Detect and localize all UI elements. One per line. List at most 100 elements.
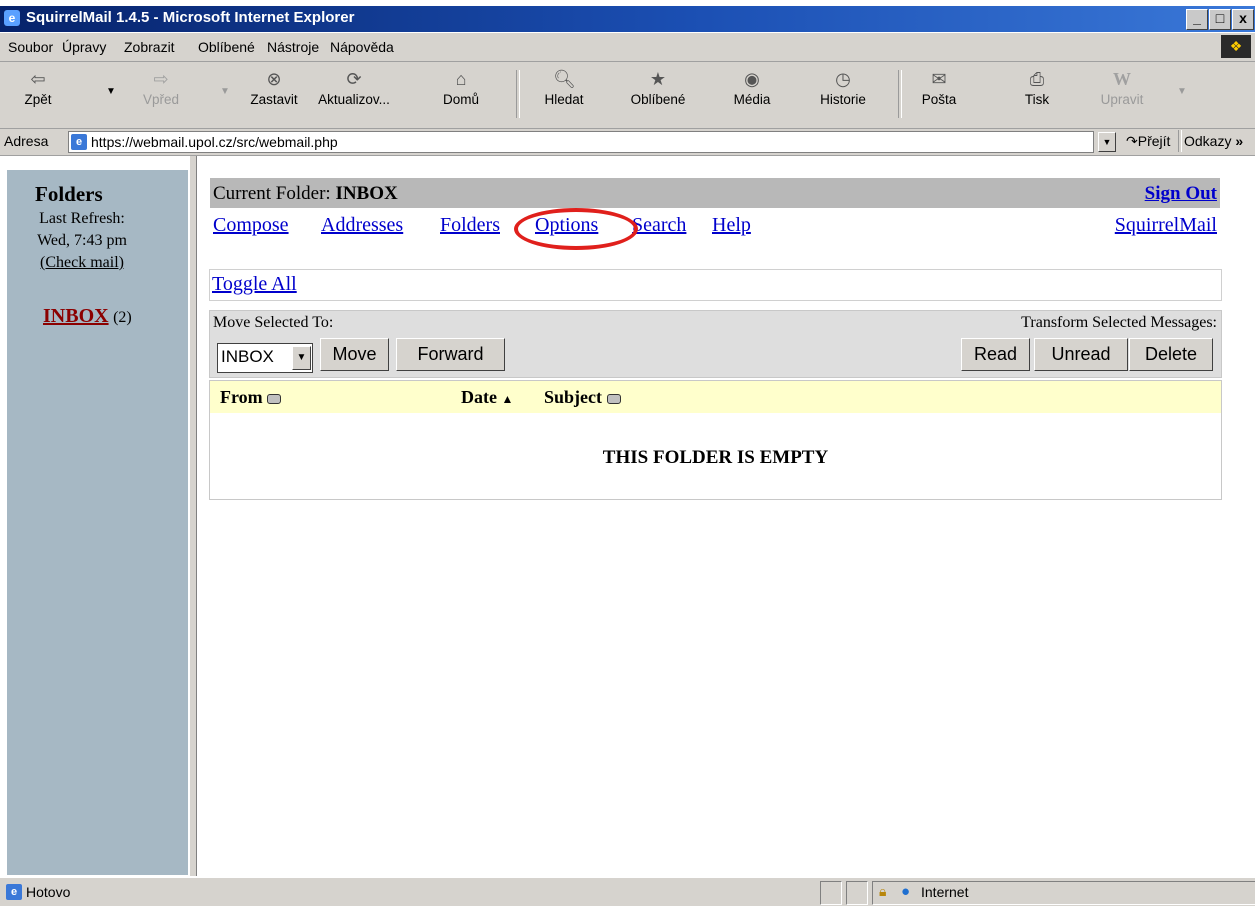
menu-bar: Soubor Úpravy Zobrazit Oblíbené Nástroje… bbox=[0, 33, 1255, 62]
favorites-icon: ★ bbox=[649, 69, 667, 89]
search-icon: 🔍︎ bbox=[553, 69, 576, 89]
address-input[interactable]: e https://webmail.upol.cz/src/webmail.ph… bbox=[68, 131, 1094, 153]
forward-message-button[interactable]: Forward bbox=[396, 338, 505, 371]
go-arrow-icon: ↷ bbox=[1126, 133, 1138, 149]
nav-addresses[interactable]: Addresses bbox=[321, 214, 403, 237]
nav-compose[interactable]: Compose bbox=[213, 214, 289, 237]
col-from-label: From bbox=[220, 387, 263, 407]
favorites-button[interactable]: ★ Oblíbené bbox=[618, 68, 698, 107]
menu-edit[interactable]: Úpravy bbox=[62, 39, 106, 55]
lock-icon: 🔒︎ bbox=[879, 883, 887, 899]
print-icon: ⎙ bbox=[1029, 69, 1045, 89]
nav-help[interactable]: Help bbox=[712, 214, 751, 237]
menu-favorites[interactable]: Oblíbené bbox=[198, 39, 255, 55]
status-panel bbox=[846, 881, 868, 905]
address-dropdown-icon[interactable]: ▼ bbox=[1098, 132, 1116, 152]
menu-view[interactable]: Zobrazit bbox=[124, 39, 175, 55]
back-dropdown-icon[interactable]: ▼ bbox=[106, 86, 116, 97]
message-actions: Move Selected To: INBOX ▼ Move Forward T… bbox=[209, 310, 1222, 378]
back-arrow-icon: ⇦ bbox=[30, 69, 46, 89]
zone-label: Internet bbox=[921, 884, 969, 900]
history-button[interactable]: ◷ Historie bbox=[810, 68, 876, 107]
toolbar-separator bbox=[516, 70, 520, 118]
current-folder-name: INBOX bbox=[335, 183, 398, 204]
home-button[interactable]: ⌂ Domů bbox=[434, 68, 488, 107]
sign-out-link[interactable]: Sign Out bbox=[1145, 183, 1217, 205]
toolbar: ⇦ Zpět ▼ ⇨ Vpřed ▼ ⊗ Zastavit ⟳ Aktualiz… bbox=[0, 62, 1255, 129]
folder-item-inbox: INBOX (2) bbox=[43, 305, 132, 328]
toggle-all-row: Toggle All bbox=[209, 269, 1222, 301]
squirrelmail-link[interactable]: SquirrelMail bbox=[1115, 214, 1217, 237]
menu-tools[interactable]: Nástroje bbox=[267, 39, 319, 55]
links-label: Odkazy bbox=[1184, 133, 1232, 149]
col-from[interactable]: From bbox=[220, 387, 282, 408]
col-date-label: Date bbox=[461, 387, 497, 407]
edit-dropdown-icon[interactable]: ▼ bbox=[1177, 86, 1187, 97]
address-separator bbox=[1178, 130, 1182, 152]
status-panel bbox=[820, 881, 842, 905]
last-refresh-label: Last Refresh: bbox=[39, 210, 125, 227]
favorites-label: Oblíbené bbox=[630, 92, 686, 107]
mail-button[interactable]: ✉ Pošta bbox=[914, 68, 964, 107]
page-done-icon: e bbox=[6, 884, 22, 900]
forward-label: Vpřed bbox=[142, 92, 180, 107]
sort-icon bbox=[267, 393, 282, 404]
windows-logo-icon: ❖ bbox=[1221, 35, 1251, 58]
inbox-link[interactable]: INBOX bbox=[43, 305, 109, 327]
sort-ascending-icon: ▲ bbox=[501, 392, 514, 406]
forward-dropdown-icon[interactable]: ▼ bbox=[220, 86, 230, 97]
status-bar: e Hotovo 🔒︎ ● Internet bbox=[0, 877, 1255, 906]
folder-pane: Folders Last Refresh: Wed, 7:43 pm (Chec… bbox=[7, 170, 188, 875]
last-refresh-time: Wed, 7:43 pm bbox=[37, 232, 127, 249]
ie-logo-icon: e bbox=[4, 10, 20, 26]
back-button[interactable]: ⇦ Zpět bbox=[14, 68, 62, 107]
col-subject[interactable]: Subject bbox=[544, 387, 621, 408]
folders-heading: Folders bbox=[35, 182, 103, 206]
links-button[interactable]: Odkazy » bbox=[1184, 133, 1243, 149]
media-icon: ◉ bbox=[744, 69, 760, 89]
forward-button[interactable]: ⇨ Vpřed bbox=[136, 68, 186, 107]
globe-icon: ● bbox=[901, 883, 911, 900]
delete-button[interactable]: Delete bbox=[1129, 338, 1213, 371]
go-button[interactable]: ↷Přejít bbox=[1126, 133, 1170, 150]
address-url: https://webmail.upol.cz/src/webmail.php bbox=[91, 134, 338, 150]
sort-icon bbox=[606, 393, 621, 404]
back-label: Zpět bbox=[24, 92, 52, 107]
maximize-button[interactable]: □ bbox=[1209, 9, 1231, 30]
move-button[interactable]: Move bbox=[320, 338, 389, 371]
print-label: Tisk bbox=[1024, 92, 1050, 107]
stop-button[interactable]: ⊗ Zastavit bbox=[242, 68, 306, 107]
stop-label: Zastavit bbox=[250, 92, 298, 107]
address-label: Adresa bbox=[4, 133, 49, 149]
nav-search[interactable]: Search bbox=[632, 214, 686, 237]
read-button[interactable]: Read bbox=[961, 338, 1030, 371]
message-list: From Date ▲ Subject THIS FOLDER IS EMPTY bbox=[209, 380, 1222, 500]
current-folder-label: Current Folder: bbox=[213, 183, 331, 204]
forward-arrow-icon: ⇨ bbox=[153, 69, 169, 89]
col-date[interactable]: Date ▲ bbox=[461, 387, 513, 408]
check-mail-link[interactable]: (Check mail) bbox=[7, 254, 157, 272]
edit-button[interactable]: W Upravit bbox=[1094, 68, 1150, 107]
history-label: Historie bbox=[820, 92, 866, 107]
toggle-all-link[interactable]: Toggle All bbox=[212, 273, 297, 296]
unread-button[interactable]: Unread bbox=[1034, 338, 1128, 371]
col-subject-label: Subject bbox=[544, 387, 602, 407]
menu-file[interactable]: Soubor bbox=[8, 39, 53, 55]
print-button[interactable]: ⎙ Tisk bbox=[1014, 68, 1060, 107]
main-nav: Compose Addresses Folders Options Search… bbox=[210, 212, 1220, 242]
nav-folders[interactable]: Folders bbox=[440, 214, 500, 237]
address-bar: Adresa e https://webmail.upol.cz/src/web… bbox=[0, 129, 1255, 156]
move-folder-select[interactable]: INBOX ▼ bbox=[217, 343, 313, 373]
edit-label: Upravit bbox=[1100, 92, 1144, 107]
refresh-button[interactable]: ⟳ Aktualizov... bbox=[312, 68, 396, 107]
menu-help[interactable]: Nápověda bbox=[330, 39, 394, 55]
frame-divider[interactable] bbox=[189, 156, 197, 876]
close-button[interactable]: x bbox=[1232, 9, 1254, 30]
zone-panel: 🔒︎ ● Internet bbox=[872, 881, 1255, 905]
search-button[interactable]: 🔍︎ Hledat bbox=[534, 68, 594, 107]
media-button[interactable]: ◉ Média bbox=[722, 68, 782, 107]
go-label: Přejít bbox=[1137, 133, 1171, 149]
minimize-button[interactable]: _ bbox=[1186, 9, 1208, 30]
current-folder-bar: Current Folder: INBOX Sign Out bbox=[210, 178, 1220, 208]
refresh-icon: ⟳ bbox=[346, 69, 362, 89]
